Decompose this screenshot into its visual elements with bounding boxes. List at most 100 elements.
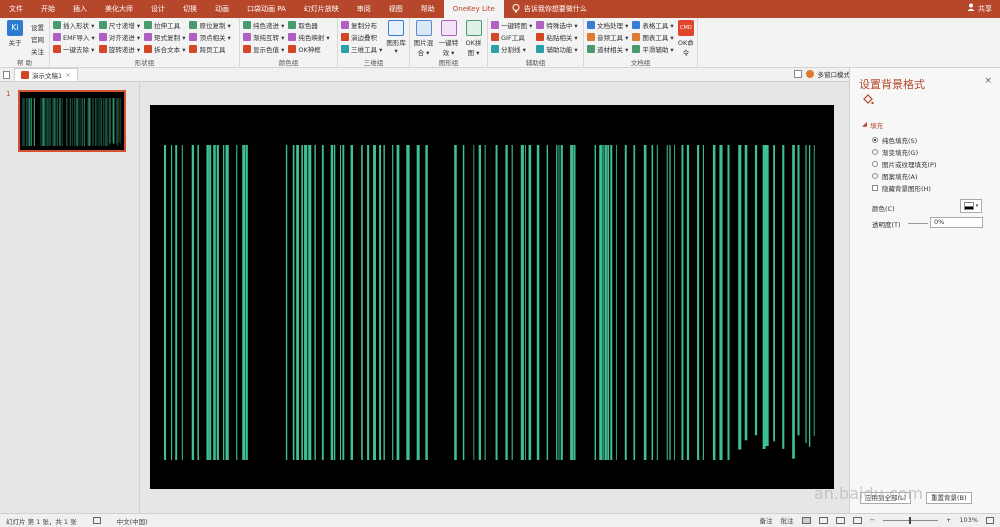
zoom-slider[interactable] (882, 516, 938, 524)
fill-option-3[interactable]: 图案填充(A) (872, 171, 918, 181)
shape-item-2[interactable]: 拆合文本 ▾ (144, 44, 185, 54)
tab-10[interactable]: 视图 (380, 0, 412, 18)
doc-item-1[interactable]: 音频工具 ▾ (587, 32, 628, 42)
tab-2[interactable]: 插入 (64, 0, 96, 18)
assist-item-icon (491, 33, 499, 41)
settings-button[interactable]: 设置 (31, 22, 44, 32)
stripe (223, 145, 225, 460)
tell-me-box[interactable]: 告诉我你想要做什么 (512, 3, 587, 15)
threed-item-0[interactable]: 复制分布 (341, 20, 382, 30)
chevron-down-icon: ▾ (975, 203, 979, 209)
doc-item-2[interactable]: 平滑辅助 ▾ (632, 44, 674, 54)
tab-8[interactable]: 幻灯片放映 (295, 0, 348, 18)
color-item-2[interactable]: OK神框 (288, 44, 329, 54)
stripe (697, 145, 700, 460)
document-tab[interactable]: 演示文稿1 × (14, 68, 78, 81)
normal-view-icon[interactable] (801, 516, 811, 524)
slide-thumbnail[interactable] (18, 90, 126, 152)
shape-item-0[interactable]: 原位复制 ▾ (189, 20, 231, 30)
shape-item-1[interactable]: 矩式复制 ▾ (144, 32, 185, 42)
tab-1[interactable]: 开始 (32, 0, 64, 18)
stripe (339, 145, 342, 460)
fit-slide-icon[interactable] (986, 516, 994, 524)
color-item-0[interactable]: 取色器 (288, 20, 329, 30)
zoom-level[interactable]: 103% (959, 516, 978, 524)
close-icon[interactable]: × (984, 76, 992, 86)
shape-item-0[interactable]: 尺寸递增 ▾ (98, 20, 140, 30)
doc-item-0[interactable]: 文档处理 ▾ (587, 20, 628, 30)
spellcheck-icon[interactable] (92, 517, 101, 524)
notes-button[interactable]: 备注 (760, 515, 773, 525)
assist-item-0[interactable]: 一键转图 ▾ (491, 20, 532, 30)
slide-canvas[interactable] (150, 105, 834, 489)
fill-section-header[interactable]: ◢ 填充 (862, 120, 883, 130)
tab-5[interactable]: 切换 (174, 0, 206, 18)
color-item-icon (243, 45, 251, 53)
shape-item-1[interactable]: 顶点相关 ▾ (189, 32, 231, 42)
tab-11[interactable]: 帮助 (412, 0, 444, 18)
tab-9[interactable]: 审阅 (348, 0, 380, 18)
doc-item-2[interactable]: 道材相关 ▾ (587, 44, 628, 54)
shape-item-2[interactable]: 跨页工具 (189, 44, 230, 54)
color-item-1[interactable]: 纯色映射 ▾ (288, 32, 330, 42)
fill-option-2[interactable]: 图片或纹理填充(P) (872, 159, 937, 169)
tab-12[interactable]: OneKey Lite (443, 0, 504, 18)
stripe (373, 145, 377, 460)
assist-item-icon (491, 45, 499, 53)
fill-option-0[interactable]: 纯色填充(S) (872, 135, 917, 145)
shape-item-0[interactable]: 拉伸工具 (144, 20, 185, 30)
transparency-input[interactable]: 0% (930, 217, 983, 228)
sorter-view-icon[interactable] (818, 516, 828, 524)
shape-item-2[interactable]: 旋转递进 ▾ (98, 44, 140, 54)
color-picker-button[interactable]: ▾ (960, 199, 982, 213)
threed-item-icon (341, 45, 349, 53)
color-item-2[interactable]: 显示色值 ▾ (243, 44, 284, 54)
ribbon-group-assist: 一键转图 ▾ GIF工具 分割线 ▾ 特殊选中 ▾ 粘贴相关 ▾ 辅助功能 ▾ 辅助组 (488, 18, 584, 68)
close-tab-icon[interactable]: × (65, 71, 70, 79)
zoom-out-icon[interactable]: − (870, 516, 875, 524)
share-button[interactable]: 共享 (967, 0, 992, 18)
zoom-in-icon[interactable]: + (946, 516, 951, 524)
doc-item-0[interactable]: 表格工具 ▾ (632, 20, 674, 30)
shape-item-2[interactable]: 一键去除 ▾ (53, 44, 95, 54)
reset-background-button[interactable]: 重置背景(B) (926, 492, 972, 504)
tab-6[interactable]: 动画 (206, 0, 238, 18)
window-icon[interactable] (793, 70, 802, 78)
tab-3[interactable]: 美化大师 (96, 0, 142, 18)
threed-item-2[interactable]: 三维工具 ▾ (341, 44, 382, 54)
reading-view-icon[interactable] (835, 516, 845, 524)
color-item-1[interactable]: 渐纯互转 ▾ (243, 32, 284, 42)
paint-bucket-icon[interactable] (862, 94, 874, 106)
multi-window-button[interactable]: 多窗口模式 (818, 69, 851, 79)
doc-item-1[interactable]: 图表工具 ▾ (632, 32, 674, 42)
threed-item-1[interactable]: 演边叠积 (341, 32, 382, 42)
hide-bg-graphics-checkbox[interactable]: 隐藏背景图形(H) (872, 183, 931, 193)
tab-0[interactable]: 文件 (0, 0, 32, 18)
shape-item-icon (144, 21, 153, 29)
new-doc-icon[interactable] (3, 71, 10, 79)
shape-item-0[interactable]: 插入形状 ▾ (53, 20, 95, 30)
assist-item-2[interactable]: 分割线 ▾ (491, 44, 532, 54)
assist-item-0[interactable]: 特殊选中 ▾ (536, 20, 578, 30)
group-label: 文档组 (630, 59, 651, 67)
slideshow-icon[interactable] (852, 516, 862, 524)
comments-button[interactable]: 批注 (781, 515, 794, 525)
shape-item-1[interactable]: 对齐递进 ▾ (98, 32, 140, 42)
language-status[interactable]: 中文(中国) (117, 516, 148, 526)
tab-7[interactable]: 口袋动画 PA (238, 0, 295, 18)
website-button[interactable]: 官网 (31, 34, 44, 44)
color-item-0[interactable]: 纯色递进 ▾ (243, 20, 284, 30)
gear-icon[interactable] (805, 70, 814, 78)
tab-4[interactable]: 设计 (142, 0, 174, 18)
assist-item-2[interactable]: 辅助功能 ▾ (536, 44, 578, 54)
stripe (321, 145, 324, 460)
transparency-slider[interactable] (908, 223, 928, 224)
stripe (525, 145, 527, 460)
assist-item-1[interactable]: GIF工具 (491, 32, 532, 42)
fill-option-1[interactable]: 渐变填充(G) (872, 147, 918, 157)
stripe (236, 145, 238, 460)
ribbon-group-help: Ki 关于 设置 官网 关注 帮 助 (0, 18, 50, 68)
assist-item-1[interactable]: 粘贴相关 ▾ (536, 32, 578, 42)
follow-button[interactable]: 关注 (31, 46, 44, 56)
shape-item-1[interactable]: EMF导入 ▾ (53, 32, 95, 42)
